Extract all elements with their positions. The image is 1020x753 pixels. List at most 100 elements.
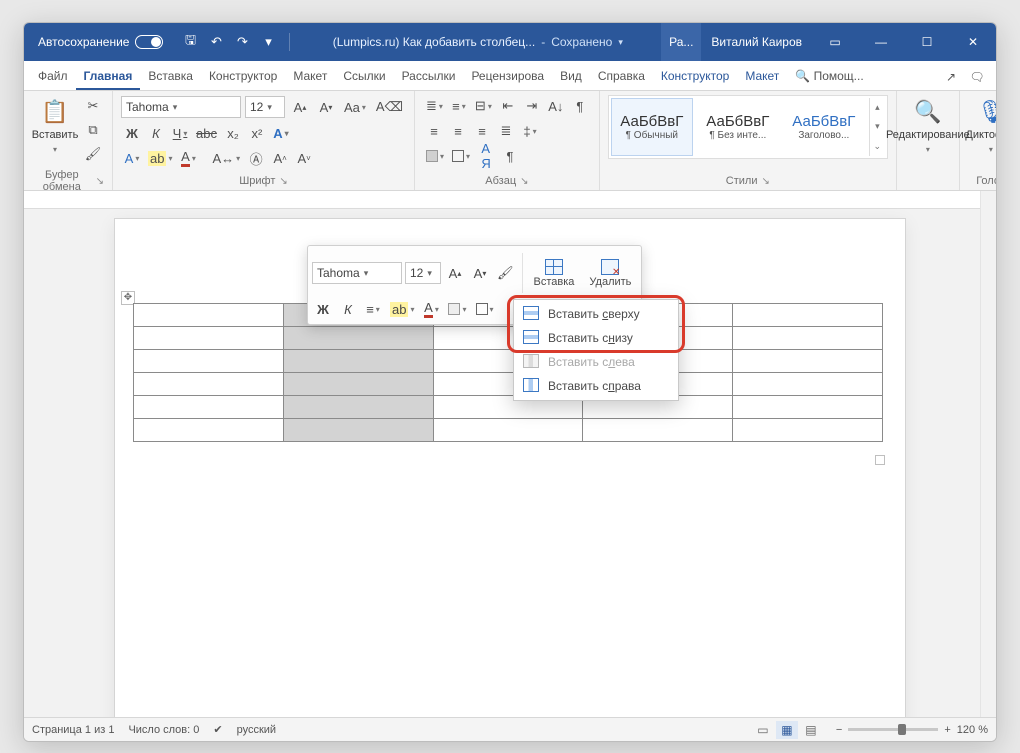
- font-color-icon[interactable]: A▾: [177, 147, 199, 169]
- redo-icon[interactable]: ↷: [231, 31, 253, 53]
- line-spacing-icon[interactable]: ‡▾: [519, 120, 541, 142]
- tab-help[interactable]: Справка: [590, 63, 653, 90]
- mini-size-combo[interactable]: 12▾: [405, 262, 441, 284]
- copy-icon[interactable]: ⧉: [82, 119, 104, 141]
- style-heading1[interactable]: АаБбВвГЗаголово...: [783, 98, 865, 156]
- spellcheck-icon[interactable]: ✔: [213, 723, 222, 736]
- paste-button[interactable]: 📋 Вставить ▾: [32, 95, 78, 165]
- language-indicator[interactable]: русский: [237, 724, 276, 736]
- mini-delete-button[interactable]: Удалить: [583, 250, 637, 296]
- strike-button[interactable]: abc: [193, 122, 220, 144]
- style-normal[interactable]: АаБбВвГ¶ Обычный: [611, 98, 693, 156]
- sort-icon[interactable]: A↓: [545, 95, 567, 117]
- tab-home[interactable]: Главная: [76, 63, 141, 90]
- word-count[interactable]: Число слов: 0: [128, 724, 199, 736]
- user-name[interactable]: Виталий Каиров: [701, 35, 812, 49]
- format-painter-icon[interactable]: 🖌: [82, 143, 104, 165]
- style-no-spacing[interactable]: АаБбВвГ¶ Без инте...: [697, 98, 779, 156]
- clear-format-icon[interactable]: A⌫: [373, 96, 406, 118]
- page-indicator[interactable]: Страница 1 из 1: [32, 724, 114, 736]
- tab-review[interactable]: Рецензирова: [463, 63, 552, 90]
- mini-highlight-icon[interactable]: ab▾: [387, 298, 417, 320]
- mini-font-combo[interactable]: Tahoma▾: [312, 262, 402, 284]
- dialog-launcher-icon[interactable]: ↘: [96, 176, 104, 187]
- close-button[interactable]: ✕: [950, 23, 996, 61]
- change-case-icon[interactable]: Aa▾: [341, 96, 369, 118]
- multilevel-icon[interactable]: ⊟▾: [472, 95, 495, 117]
- tab-layout[interactable]: Макет: [285, 63, 335, 90]
- zoom-value[interactable]: 120 %: [957, 724, 988, 736]
- sort-az-icon[interactable]: AЯ: [475, 145, 497, 167]
- mini-align-icon[interactable]: ≡▾: [362, 298, 384, 320]
- align-center-icon[interactable]: ≡: [447, 120, 469, 142]
- italic-button[interactable]: К: [145, 122, 167, 144]
- mini-grow-font-icon[interactable]: A▴: [444, 262, 466, 284]
- text-effects-icon[interactable]: A▾: [270, 122, 292, 144]
- insert-left-item[interactable]: Вставить слева: [514, 350, 678, 374]
- mini-format-painter-icon[interactable]: 🖌: [494, 262, 517, 284]
- save-icon[interactable]: 🖫: [179, 31, 201, 53]
- grow-font-icon[interactable]: A▴: [289, 96, 311, 118]
- ruler[interactable]: [24, 191, 996, 209]
- mini-font-color-icon[interactable]: A▾: [420, 298, 442, 320]
- ribbon-display-icon[interactable]: ▭: [812, 23, 858, 61]
- insert-right-item[interactable]: Вставить справа: [514, 374, 678, 398]
- decrease-indent-icon[interactable]: ⇤: [497, 95, 519, 117]
- dictate-button[interactable]: 🎙 Диктофон ▾: [968, 95, 997, 165]
- borders-icon[interactable]: ▾: [449, 145, 473, 167]
- tab-view[interactable]: Вид: [552, 63, 590, 90]
- tab-design[interactable]: Конструктор: [201, 63, 285, 90]
- zoom-control[interactable]: − + 120 %: [836, 724, 988, 736]
- tab-table-design[interactable]: Конструктор: [653, 63, 737, 90]
- mini-shrink-font-icon[interactable]: A▾: [469, 262, 491, 284]
- mini-italic-button[interactable]: К: [337, 298, 359, 320]
- page[interactable]: ✥ Tahoma▾ 12▾ A▴ A▾ 🖌: [115, 219, 905, 717]
- undo-icon[interactable]: ↶: [205, 31, 227, 53]
- mini-borders-icon[interactable]: ▾: [473, 298, 497, 320]
- dialog-launcher-icon[interactable]: ↘: [520, 176, 528, 187]
- underline-button[interactable]: Ч▾: [169, 122, 191, 144]
- cut-icon[interactable]: ✂: [82, 95, 104, 117]
- mini-shading-icon[interactable]: ▾: [445, 298, 469, 320]
- align-right-icon[interactable]: ≡: [471, 120, 493, 142]
- tab-file[interactable]: Файл: [30, 63, 76, 90]
- tab-insert[interactable]: Вставка: [140, 63, 201, 90]
- grow-font2-icon[interactable]: A˄: [269, 147, 291, 169]
- autosave-toggle[interactable]: Автосохранение: [24, 35, 173, 49]
- justify-icon[interactable]: ≣: [495, 120, 517, 142]
- highlight-icon[interactable]: ab▾: [145, 147, 175, 169]
- tab-table-layout[interactable]: Макет: [737, 63, 787, 90]
- dialog-launcher-icon[interactable]: ↘: [279, 176, 287, 187]
- tab-references[interactable]: Ссылки: [335, 63, 393, 90]
- table-tools-tab[interactable]: Ра...: [661, 23, 701, 61]
- pilcrow-icon[interactable]: ¶: [499, 145, 521, 167]
- mini-insert-button[interactable]: Вставка: [528, 250, 581, 296]
- text-outline-icon[interactable]: A▾: [121, 147, 143, 169]
- styles-gallery[interactable]: АаБбВвГ¶ Обычный АаБбВвГ¶ Без инте... Аа…: [608, 95, 888, 159]
- tab-mailings[interactable]: Рассылки: [394, 63, 464, 90]
- zoom-in-icon[interactable]: +: [944, 724, 950, 736]
- shading-icon[interactable]: ▾: [423, 145, 447, 167]
- maximize-button[interactable]: ☐: [904, 23, 950, 61]
- superscript-button[interactable]: x²: [246, 122, 268, 144]
- minimize-button[interactable]: —: [858, 23, 904, 61]
- qat-customize-icon[interactable]: ▾: [257, 31, 279, 53]
- insert-below-item[interactable]: Вставить снизу: [514, 326, 678, 350]
- mini-bold-button[interactable]: Ж: [312, 298, 334, 320]
- subscript-button[interactable]: x₂: [222, 122, 244, 144]
- comments-icon[interactable]: 🗨: [964, 64, 990, 90]
- shrink-font2-icon[interactable]: A˅: [293, 147, 315, 169]
- enclose-icon[interactable]: Ⓐ: [245, 147, 267, 169]
- show-marks-icon[interactable]: ¶: [569, 95, 591, 117]
- find-button[interactable]: 🔍 Редактирование ▾: [905, 95, 951, 165]
- dialog-launcher-icon[interactable]: ↘: [761, 176, 769, 187]
- char-spacing-icon[interactable]: A↔▾: [209, 147, 243, 169]
- shrink-font-icon[interactable]: A▾: [315, 96, 337, 118]
- bullets-icon[interactable]: ≣▾: [423, 95, 446, 117]
- zoom-slider[interactable]: [848, 728, 938, 731]
- align-left-icon[interactable]: ≡: [423, 120, 445, 142]
- tab-tell-me[interactable]: 🔍 Помощ...: [787, 63, 871, 90]
- numbering-icon[interactable]: ≡▾: [448, 95, 470, 117]
- share-icon[interactable]: ↗: [938, 64, 964, 90]
- styles-scroll[interactable]: ▴▾⌄: [869, 98, 885, 156]
